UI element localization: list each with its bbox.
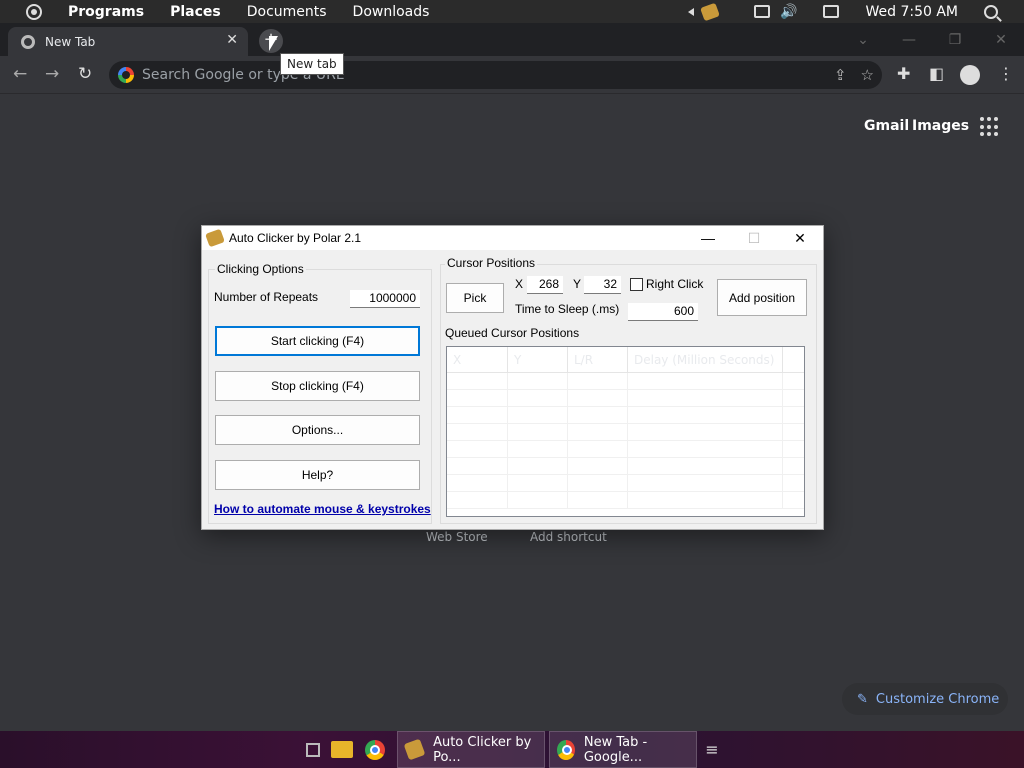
right-click-checkbox[interactable] [630,278,643,291]
autoclicker-taskbar-icon [403,738,426,761]
tab-search-icon[interactable]: ⌄ [840,32,886,48]
queued-positions-list[interactable]: X Y L/R Delay (Million Seconds) [446,346,805,517]
system-menu-icon[interactable] [26,3,42,20]
x-label: X [515,277,524,291]
taskbar-chrome-label: New Tab - Google... [583,734,648,765]
list-row [447,475,804,492]
folder-icon [331,741,353,758]
y-input[interactable]: 32 [584,276,621,294]
menu-documents[interactable]: Documents [247,4,327,20]
volume-icon[interactable]: 🔊 [780,4,797,20]
menu-programs[interactable]: Programs [68,4,144,20]
restore-icon[interactable]: ❐ [932,32,978,48]
autoclicker-app-icon [205,228,225,248]
list-header: X Y L/R Delay (Million Seconds) [447,347,804,373]
new-tab-tooltip: New tab [280,53,344,75]
chrome-launcher[interactable] [361,731,389,768]
tab-title: New Tab [45,34,96,49]
customize-chrome-button[interactable]: ✎ Customize Chrome [842,683,1008,715]
google-apps-icon[interactable] [980,117,1000,137]
close-window-icon[interactable]: ✕ [978,32,1024,48]
pick-button[interactable]: Pick [446,283,504,313]
repeats-input[interactable]: 1000000 [350,290,420,308]
list-row [447,441,804,458]
profile-avatar[interactable] [960,65,980,85]
y-label: Y [573,277,582,291]
column-lr[interactable]: L/R [568,347,628,372]
column-y[interactable]: Y [508,347,568,372]
taskbar-chrome[interactable]: New Tab - Google... [549,731,697,768]
list-row [447,424,804,441]
chrome-icon [365,739,385,760]
extensions-icon[interactable]: ✚ [897,64,910,83]
side-panel-icon[interactable]: ◧ [929,64,944,83]
menu-places[interactable]: Places [170,4,221,20]
column-x[interactable]: X [447,347,508,372]
google-icon [118,67,134,83]
sleep-input[interactable]: 600 [628,303,698,321]
browser-toolbar: ← → ↻ Search Google or type a URL ⇪ ☆ ✚ … [0,56,1024,94]
chrome-taskbar-icon [557,739,575,760]
tray-expand-icon[interactable] [688,7,695,16]
right-click-label: Right Click [646,277,704,291]
taskbar-menu-button[interactable]: ≡ [700,731,724,768]
customize-chrome-label: Customize Chrome [875,691,1000,707]
automate-link[interactable]: How to automate mouse & keystrokes [214,502,431,516]
column-delay[interactable]: Delay (Million Seconds) [628,347,783,372]
help-button[interactable]: Help? [215,460,420,490]
pencil-icon: ✎ [857,691,868,707]
back-icon[interactable]: ← [13,64,27,84]
chrome-menu-icon[interactable]: ⋮ [998,64,1014,83]
bookmark-star-icon[interactable]: ☆ [861,66,874,84]
terminal-icon [306,742,320,757]
taskbar-autoclicker-label: Auto Clicker by Po... [433,734,532,765]
mouse-cursor-icon [269,36,278,51]
hamburger-icon: ≡ [705,740,719,759]
show-desktop-button[interactable] [300,731,326,768]
files-launcher[interactable] [328,731,356,768]
sleep-label: Time to Sleep (.ms) [515,302,620,316]
minimize-icon[interactable]: — [886,32,932,48]
autoclicker-tray-icon[interactable] [700,2,720,21]
tab-new-tab[interactable]: New Tab ✕ [8,27,248,56]
omnibox[interactable]: Search Google or type a URL ⇪ ☆ [109,61,882,89]
share-icon[interactable]: ⇪ [834,66,847,84]
shortcut-web-store[interactable]: Web Store [426,530,488,544]
start-clicking-button[interactable]: Start clicking (F4) [215,326,420,356]
cursor-positions-label: Cursor Positions [445,256,538,270]
network-icon[interactable] [754,5,771,18]
repeats-label: Number of Repeats [214,290,319,304]
stop-clicking-button[interactable]: Stop clicking (F4) [215,371,420,401]
clicking-options-label: Clicking Options [215,262,306,276]
system-top-panel: Programs Places Documents Downloads 🔊 We… [0,0,1024,23]
window-controls: ⌄ — ❐ ✕ [840,23,1024,56]
x-input[interactable]: 268 [527,276,563,294]
list-row [447,390,804,407]
menu-downloads[interactable]: Downloads [353,4,430,20]
autoclicker-titlebar[interactable]: Auto Clicker by Polar 2.1 — ☐ ✕ [202,226,823,250]
add-position-button[interactable]: Add position [717,279,807,316]
notification-icon[interactable] [823,5,840,18]
taskbar-autoclicker[interactable]: Auto Clicker by Po... [397,731,545,768]
shortcut-add[interactable]: Add shortcut [530,530,607,544]
taskbar: Auto Clicker by Po... New Tab - Google..… [0,731,1024,768]
list-row [447,458,804,475]
search-icon[interactable] [984,4,998,19]
clock[interactable]: Wed 7:50 AM [865,4,958,20]
ac-minimize-icon[interactable]: — [685,226,731,250]
list-row [447,373,804,390]
gmail-link[interactable]: Gmail [864,118,909,134]
list-row [447,492,804,509]
ac-close-icon[interactable]: ✕ [777,226,823,250]
images-link[interactable]: Images [912,118,969,134]
ac-maximize-icon: ☐ [747,230,761,246]
list-row [447,407,804,424]
reload-icon[interactable]: ↻ [78,64,92,84]
options-button[interactable]: Options... [215,415,420,445]
forward-icon[interactable]: → [45,64,59,84]
queued-positions-label: Queued Cursor Positions [445,326,580,340]
chrome-favicon-icon [21,34,35,49]
close-tab-icon[interactable]: ✕ [226,32,238,48]
autoclicker-title: Auto Clicker by Polar 2.1 [229,231,362,245]
